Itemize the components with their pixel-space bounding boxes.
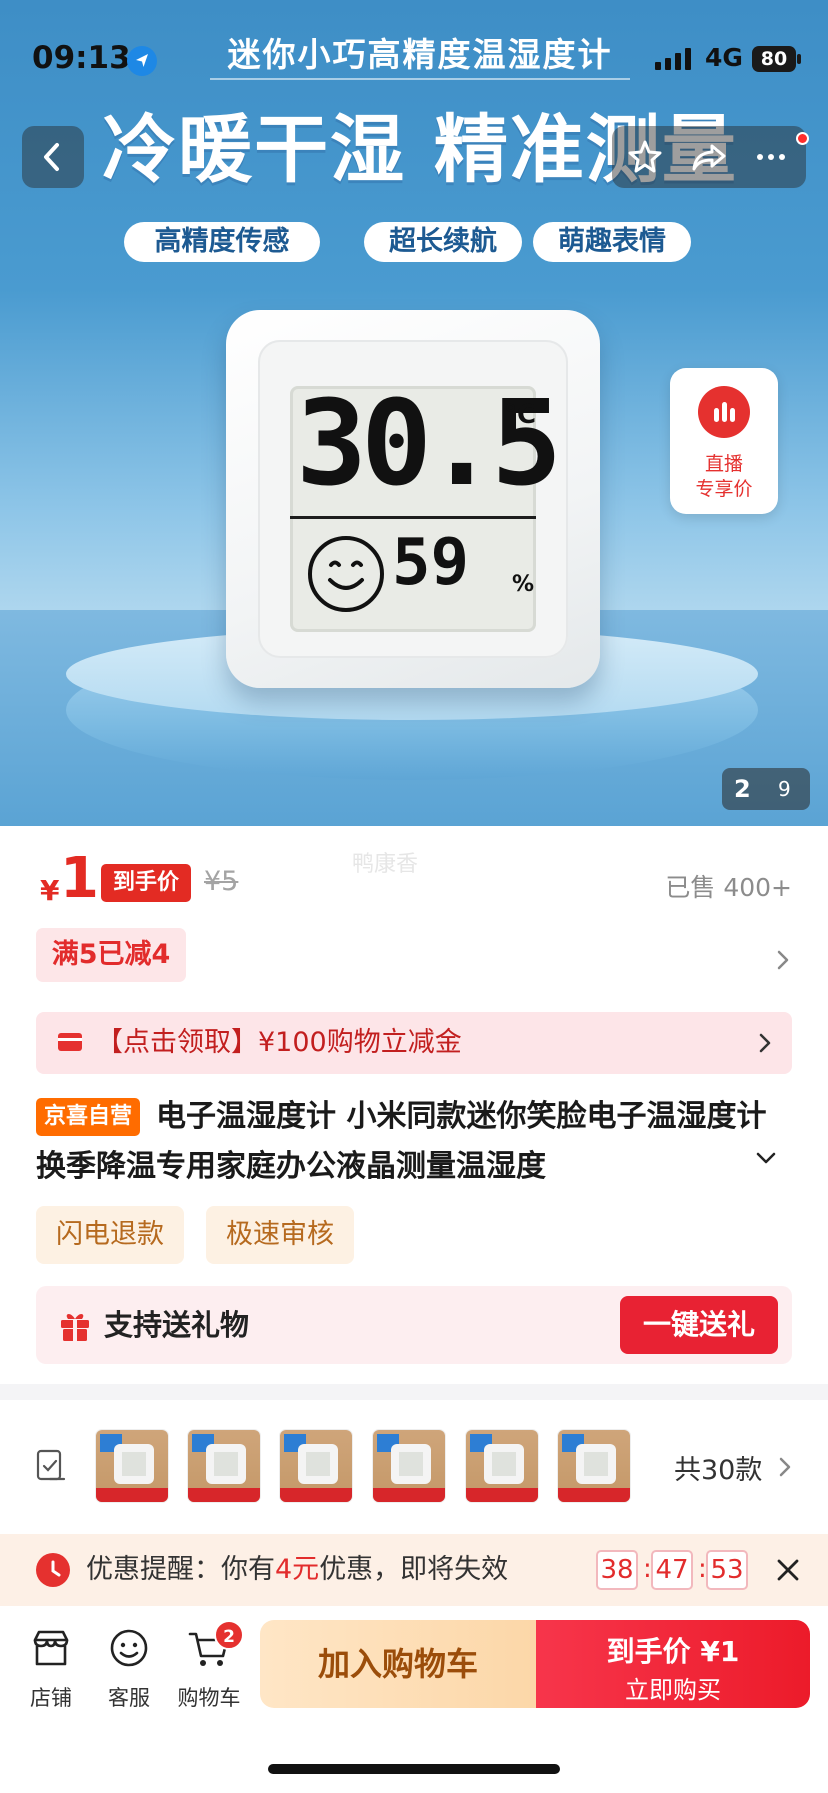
clock-icon: [36, 1553, 70, 1587]
favorite-button[interactable]: [614, 126, 676, 188]
product-image-carousel[interactable]: 09:13 4G 80 迷你小巧高精度温湿度计 冷暖干湿 精准测量 高精度传感 …: [0, 0, 828, 828]
variant-thumbnail[interactable]: [558, 1430, 630, 1502]
service-tag: 闪电退款: [36, 1206, 184, 1264]
coupon-banner[interactable]: 【点击领取】¥100购物立减金: [36, 1012, 792, 1074]
close-icon[interactable]: [774, 1556, 802, 1584]
gift-icon: [61, 1314, 89, 1341]
send-gift-button[interactable]: 一键送礼: [620, 1296, 778, 1354]
cart-tab-label: 购物车: [177, 1686, 241, 1710]
chevron-right-icon[interactable]: [776, 1453, 794, 1481]
reminder-text: 优惠提醒：你有4元优惠，即将失效: [86, 1534, 508, 1606]
variant-count[interactable]: 共30款: [674, 1448, 762, 1487]
live-badge-line1: 直播: [704, 453, 743, 475]
variant-thumbnail[interactable]: [280, 1430, 352, 1502]
chevron-right-icon[interactable]: [774, 946, 792, 974]
network-label: 4G: [705, 43, 743, 72]
image-pager: 2 9: [722, 768, 810, 810]
reminder-prefix: 优惠提醒：你有: [86, 1554, 275, 1585]
cart-count-badge: 2: [214, 1620, 244, 1650]
live-badge-line2: 专享价: [695, 478, 753, 500]
hygrometer-device: 30.5 °C 59 %: [226, 310, 600, 688]
reminder-amount: 4元: [275, 1554, 320, 1585]
gift-bar: 支持送礼物 一键送礼: [36, 1286, 792, 1364]
share-button[interactable]: [678, 126, 740, 188]
feature-tag: 高精度传感: [124, 222, 320, 262]
store-tab[interactable]: 店铺: [16, 1626, 86, 1712]
live-price-card[interactable]: 直播 专享价: [670, 368, 778, 514]
buy-now-label: 立即购买: [625, 1676, 721, 1704]
variant-list-icon: [36, 1449, 66, 1481]
watermark: 鸭康香: [352, 852, 419, 877]
variant-thumbnail[interactable]: [188, 1430, 260, 1502]
section-divider: [0, 1384, 828, 1400]
service-tab[interactable]: 客服: [94, 1626, 164, 1712]
expand-chevron-icon[interactable]: [754, 1150, 778, 1166]
signal-icon: [655, 48, 691, 70]
temperature-readout: 30.5: [296, 374, 562, 512]
status-time: 09:13: [32, 40, 131, 76]
more-button[interactable]: [740, 126, 802, 188]
service-tab-label: 客服: [108, 1686, 150, 1710]
countdown-seconds: 53: [706, 1550, 748, 1590]
final-price-badge: 到手价: [101, 864, 191, 902]
coupon-text: 【点击领取】¥100购物立减金: [96, 1027, 462, 1058]
chevron-right-icon: [759, 1033, 771, 1053]
star-icon: [628, 140, 662, 173]
live-bars-icon: [698, 386, 750, 438]
feature-tag: 超长续航: [364, 222, 522, 262]
battery-tip: [797, 54, 801, 64]
humidity-readout: 59: [392, 526, 470, 600]
card-icon: [58, 1033, 82, 1051]
chevron-left-icon: [44, 143, 59, 171]
countdown-minutes: 47: [651, 1550, 693, 1590]
back-button[interactable]: [22, 126, 84, 188]
more-dots-icon: [757, 154, 785, 160]
smiley-face-icon: [308, 536, 384, 612]
store-tab-label: 店铺: [30, 1686, 72, 1710]
store-tag: 京喜自营: [36, 1098, 141, 1136]
pager-total: 9: [778, 777, 791, 801]
price-value: 1: [60, 846, 99, 911]
sold-count: 已售 400+: [665, 873, 792, 902]
lcd-divider: [290, 516, 536, 519]
hero-subheadline: 迷你小巧高精度温湿度计: [210, 30, 630, 80]
customer-service-icon: [110, 1629, 148, 1667]
notification-dot: [796, 132, 809, 145]
gift-text: 支持送礼物: [104, 1308, 250, 1342]
store-icon: [33, 1630, 69, 1666]
reminder-suffix: 优惠，即将失效: [319, 1554, 509, 1585]
buy-price-label: 到手价 ¥1: [606, 1635, 740, 1668]
variant-thumbnail[interactable]: [373, 1430, 445, 1502]
discount-reminder-bar[interactable]: 优惠提醒：你有4元优惠，即将失效 38 : 47 : 53: [0, 1534, 828, 1606]
discount-tag[interactable]: 满5已减4: [36, 928, 186, 982]
variant-thumbnail[interactable]: [96, 1430, 168, 1502]
product-title[interactable]: 电子温湿度计 小米同款迷你笑脸电子温湿度计 换季降温专用家庭办公液晶测量温湿度: [36, 1092, 776, 1192]
home-indicator: [268, 1764, 560, 1774]
add-to-cart-button[interactable]: 加入购物车: [260, 1620, 536, 1708]
original-price: ¥5: [204, 866, 239, 897]
humidity-unit: %: [512, 572, 535, 597]
variant-thumbnail[interactable]: [466, 1430, 538, 1502]
pager-current: 2: [734, 775, 751, 803]
countdown-hours: 38: [596, 1550, 638, 1590]
feature-tag: 萌趣表情: [533, 222, 691, 262]
price-currency: ¥: [40, 874, 60, 907]
share-icon: [692, 144, 726, 171]
battery-icon: 80: [752, 46, 796, 72]
temperature-unit: °C: [504, 400, 537, 430]
location-arrow-icon: [127, 46, 157, 76]
buy-now-button[interactable]: 到手价 ¥1 立即购买: [536, 1620, 810, 1708]
service-tag: 极速审核: [206, 1206, 354, 1264]
